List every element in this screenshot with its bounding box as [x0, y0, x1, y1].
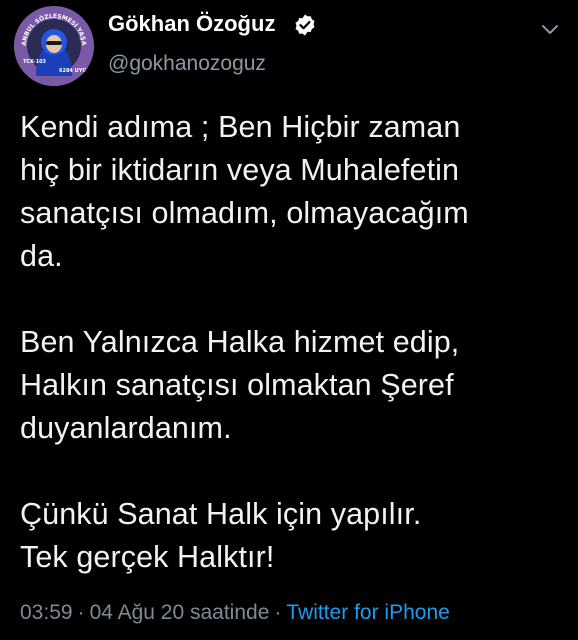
user-handle[interactable]: @gokhanozoguz — [108, 52, 266, 76]
avatar[interactable]: İSTANBUL SÖZLEŞMESİ YAŞATIR TCK-103 6284… — [14, 6, 94, 86]
meta-separator-2: · — [274, 601, 282, 624]
tweet-text: Kendi adıma ; Ben Hiçbir zaman hiç bir i… — [20, 110, 469, 574]
tweet: İSTANBUL SÖZLEŞMESİ YAŞATIR TCK-103 6284… — [0, 0, 578, 640]
display-name[interactable]: Gökhan Özoğuz — [108, 11, 275, 37]
tweet-date[interactable]: 04 Ağu 20 saatinde — [90, 601, 270, 624]
verified-badge-icon — [295, 14, 315, 36]
tweet-source-link[interactable]: Twitter for iPhone — [286, 601, 449, 624]
tweet-time[interactable]: 03:59 — [20, 601, 73, 624]
chevron-down-icon[interactable] — [540, 22, 560, 36]
meta-separator: · — [77, 601, 85, 624]
avatar-ring-left-text: TCK-103 — [23, 59, 47, 65]
avatar-ring-right-text: 6284 UYGULA — [59, 68, 94, 74]
tweet-meta: 03:59 · 04 Ağu 20 saatinde · Twitter for iPh… — [20, 601, 450, 625]
avatar-image: İSTANBUL SÖZLEŞMESİ YAŞATIR TCK-103 6284… — [14, 6, 94, 86]
